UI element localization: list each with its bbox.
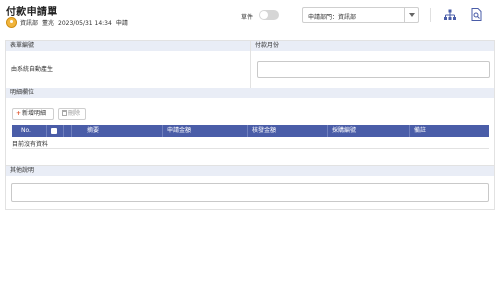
delete-detail-button[interactable]: 刪除	[58, 108, 86, 120]
add-detail-button[interactable]: +新增明細	[12, 108, 54, 120]
payment-month-input[interactable]	[257, 61, 490, 78]
col-request-amount: 申請金額	[167, 127, 192, 134]
toolbar-divider	[430, 8, 431, 22]
th-divider	[327, 125, 328, 137]
notes-input[interactable]	[11, 183, 489, 202]
toggle-knob	[260, 11, 268, 19]
applicant-status: 申請	[115, 20, 128, 27]
th-divider	[409, 125, 410, 137]
draft-toggle[interactable]	[259, 10, 279, 20]
select-all-checkbox[interactable]	[51, 128, 57, 134]
add-detail-label: 新增明細	[22, 110, 47, 117]
page-title: 付款申請單	[6, 7, 58, 18]
trash-icon	[62, 110, 67, 116]
empty-table-message: 目前沒有資料	[12, 141, 49, 148]
chevron-down-icon	[404, 8, 418, 22]
details-section-header: 明細欄位	[6, 88, 494, 98]
col-summary: 摘要	[87, 127, 100, 134]
document-search-icon[interactable]	[471, 8, 482, 21]
department-select-value: 申請部門：資訊部	[308, 14, 357, 21]
applicant-datetime: 2023/05/31 14:34	[58, 20, 112, 27]
draft-label: 草件	[241, 14, 254, 21]
th-divider	[46, 125, 47, 137]
col-remarks: 備註	[414, 127, 427, 134]
col-purchase-number: 採購編號	[332, 127, 357, 134]
applicant-meta: 資訊部 董兆 2023/05/31 14:34 申請	[20, 18, 132, 27]
th-divider	[63, 125, 64, 137]
th-divider	[71, 125, 72, 137]
delete-detail-label: 刪除	[68, 110, 81, 117]
applicant-name: 董兆	[42, 20, 55, 27]
th-divider	[162, 125, 163, 137]
details-table-header: No. 摘要 申請金額 核發金額 採購編號 備註	[12, 125, 489, 137]
form-number-value: 由系統自動產生	[11, 66, 54, 73]
col-approved-amount: 核發金額	[252, 127, 277, 134]
page-header: 付款申請單 資訊部 董兆 2023/05/31 14:34 申請 草件 申請部門：資訊…	[0, 0, 500, 34]
form-body: 表單編號 付款月份 由系統自動產生 明細欄位 +新增明細 刪除 No. 摘要 申…	[5, 40, 495, 210]
department-select[interactable]: 申請部門：資訊部	[302, 7, 419, 23]
org-chart-icon[interactable]	[444, 9, 456, 21]
th-divider	[247, 125, 248, 137]
plus-icon: +	[16, 110, 22, 117]
notes-section-header: 其他說明	[6, 166, 494, 176]
cell-divider	[250, 41, 251, 88]
payment-month-header: 付款月份	[251, 41, 494, 51]
table-bottom-line	[12, 148, 489, 149]
avatar	[6, 17, 17, 28]
applicant-department: 資訊部	[20, 20, 39, 27]
col-no: No.	[21, 127, 31, 134]
form-number-header: 表單編號	[6, 41, 250, 51]
